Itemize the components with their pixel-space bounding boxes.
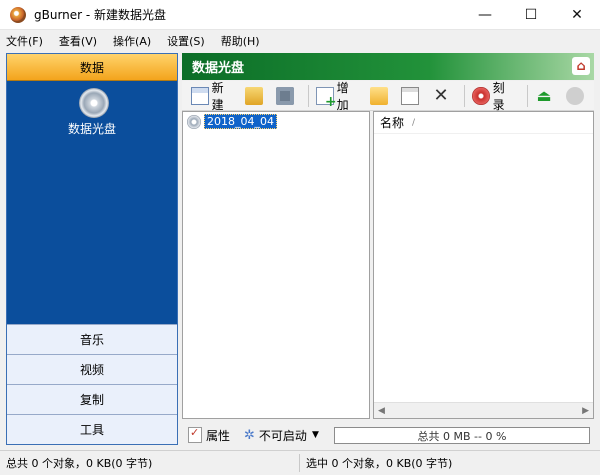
menu-view[interactable]: 查看(V)	[59, 33, 97, 49]
open-folder-icon	[245, 86, 264, 105]
burn-disc-icon	[472, 86, 490, 105]
horizontal-scrollbar[interactable]: ◀ ▶	[374, 402, 593, 418]
left-category-panel: 数据 数据光盘 音乐 视频 复制 工具	[6, 53, 178, 445]
menu-bar: 文件(F) 查看(V) 操作(A) 设置(S) 帮助(H)	[0, 30, 600, 51]
data-disc-icon[interactable]	[79, 88, 109, 118]
drive-button[interactable]	[563, 84, 590, 108]
capacity-progress-bar: 总共 0 MB -- 0 %	[334, 427, 590, 444]
new-document-icon	[191, 86, 209, 105]
maximize-button[interactable]: ☐	[508, 0, 554, 30]
tab-music[interactable]: 音乐	[7, 324, 177, 354]
burn-button[interactable]: 刻录	[469, 81, 519, 112]
new-folder-icon	[370, 86, 389, 105]
menu-action[interactable]: 操作(A)	[113, 33, 151, 49]
delete-icon: ✕	[433, 84, 449, 106]
status-total: 总共 0 个对象，0 KB(0 字节)	[0, 454, 300, 472]
panel-header: 数据光盘 ⌂	[182, 53, 594, 80]
close-button[interactable]: ✕	[554, 0, 600, 30]
properties-list-button[interactable]	[398, 84, 425, 108]
save-button[interactable]	[273, 84, 300, 108]
delete-button[interactable]: ✕	[429, 84, 456, 108]
properties-icon	[188, 426, 202, 443]
folder-tree-pane: 2018_04_04	[182, 111, 370, 419]
chevron-down-icon: ▼	[311, 430, 319, 440]
burn-button-label: 刻录	[492, 80, 505, 112]
add-file-icon	[316, 86, 336, 110]
boot-dropdown[interactable]: ✲ 不可启动 ▼	[244, 427, 319, 444]
new-button[interactable]: 新建	[188, 81, 238, 112]
toolbar-separator	[464, 84, 465, 107]
category-data-header[interactable]: 数据	[7, 54, 177, 81]
disc-icon	[187, 114, 201, 129]
add-button[interactable]: 增加	[313, 81, 363, 112]
panel-title: 数据光盘	[192, 61, 245, 76]
status-bar: 总共 0 个对象，0 KB(0 字节) 选中 0 个对象，0 KB(0 字节)	[0, 450, 600, 475]
menu-file[interactable]: 文件(F)	[6, 33, 43, 49]
category-tabs: 音乐 视频 复制 工具	[7, 324, 177, 444]
data-disc-label[interactable]: 数据光盘	[7, 120, 177, 137]
eject-icon: ⏏	[536, 85, 552, 105]
minimize-button[interactable]: —	[462, 0, 508, 30]
app-logo-icon	[10, 6, 26, 23]
home-icon[interactable]: ⌂	[572, 57, 590, 75]
properties-button[interactable]: 属性	[188, 426, 231, 444]
toolbar: 新建 增加 ✕ 刻录 ⏏	[182, 81, 594, 112]
disc-info-bar: 属性 ✲ 不可启动 ▼ 总共 0 MB -- 0 %	[182, 423, 594, 447]
toolbar-separator	[308, 84, 309, 107]
tab-copy[interactable]: 复制	[7, 384, 177, 414]
tab-tools[interactable]: 工具	[7, 414, 177, 444]
boot-icon: ✲	[244, 427, 255, 443]
tree-item-label[interactable]: 2018_04_04	[204, 114, 277, 129]
file-list-pane: 名称 / ◀ ▶	[373, 111, 594, 419]
column-name-label[interactable]: 名称	[380, 114, 404, 131]
menu-help[interactable]: 帮助(H)	[221, 33, 260, 49]
sort-indicator-icon: /	[412, 117, 416, 128]
drive-icon	[566, 86, 584, 105]
tab-video[interactable]: 视频	[7, 354, 177, 384]
properties-label: 属性	[206, 428, 231, 443]
save-icon	[276, 86, 295, 105]
menu-settings[interactable]: 设置(S)	[167, 33, 205, 49]
title-bar: gBurner - 新建数据光盘 — ☐ ✕	[0, 0, 600, 30]
tree-item-root[interactable]: 2018_04_04	[187, 114, 277, 129]
boot-label: 不可启动	[258, 428, 307, 443]
toolbar-separator	[527, 84, 528, 107]
open-button[interactable]	[242, 84, 269, 108]
list-column-header[interactable]: 名称 /	[374, 112, 593, 134]
add-button-label: 增加	[336, 80, 349, 112]
eject-button[interactable]: ⏏	[532, 84, 559, 108]
new-folder-button[interactable]	[367, 84, 394, 108]
window-title: gBurner - 新建数据光盘	[34, 8, 167, 22]
scroll-left-icon[interactable]: ◀	[378, 406, 385, 416]
progress-text: 总共 0 MB -- 0 %	[417, 429, 507, 443]
new-button-label: 新建	[211, 80, 224, 112]
status-selected: 选中 0 个对象，0 KB(0 字节)	[306, 457, 453, 470]
file-list-icon	[401, 86, 420, 105]
scroll-right-icon[interactable]: ▶	[582, 406, 589, 416]
